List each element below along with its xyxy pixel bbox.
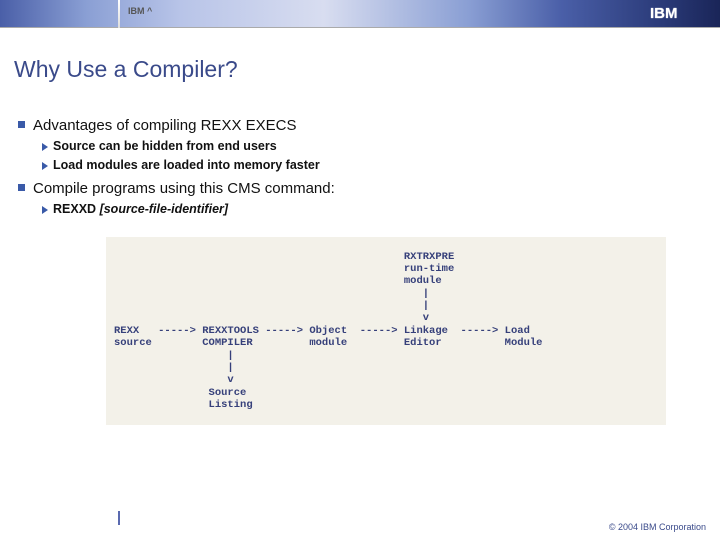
square-bullet-icon bbox=[18, 121, 25, 128]
bullet-section-1: Advantages of compiling REXX EXECS Sourc… bbox=[14, 115, 706, 174]
bullet-text: Compile programs using this CMS command: bbox=[33, 178, 335, 199]
header-divider bbox=[118, 0, 120, 28]
triangle-bullet-icon bbox=[42, 143, 48, 151]
slide-header: IBM ^ IBM bbox=[0, 0, 720, 28]
sub-bullet-text: Load modules are loaded into memory fast… bbox=[53, 157, 320, 175]
copyright-text: © 2004 IBM Corporation bbox=[609, 522, 706, 532]
bullet-text: Advantages of compiling REXX EXECS bbox=[33, 115, 296, 136]
command-name: REXXD bbox=[53, 202, 96, 216]
sub-bullet-command: REXXD [source-file-identifier] bbox=[53, 201, 228, 219]
triangle-bullet-icon bbox=[42, 162, 48, 170]
compile-flow-diagram: RXTRXPRE run-time module | bbox=[106, 237, 666, 426]
ibm-logo: IBM bbox=[650, 6, 702, 22]
footer-divider bbox=[118, 511, 120, 525]
brand-label: IBM ^ bbox=[128, 6, 152, 16]
slide-title: Why Use a Compiler? bbox=[14, 56, 706, 83]
sub-bullet-text: Source can be hidden from end users bbox=[53, 138, 277, 156]
slide-content: Why Use a Compiler? Advantages of compil… bbox=[0, 28, 720, 425]
triangle-bullet-icon bbox=[42, 206, 48, 214]
square-bullet-icon bbox=[18, 184, 25, 191]
slide-footer: © 2004 IBM Corporation bbox=[0, 520, 720, 540]
command-arg: [source-file-identifier] bbox=[100, 202, 229, 216]
bullet-section-2: Compile programs using this CMS command:… bbox=[14, 178, 706, 219]
